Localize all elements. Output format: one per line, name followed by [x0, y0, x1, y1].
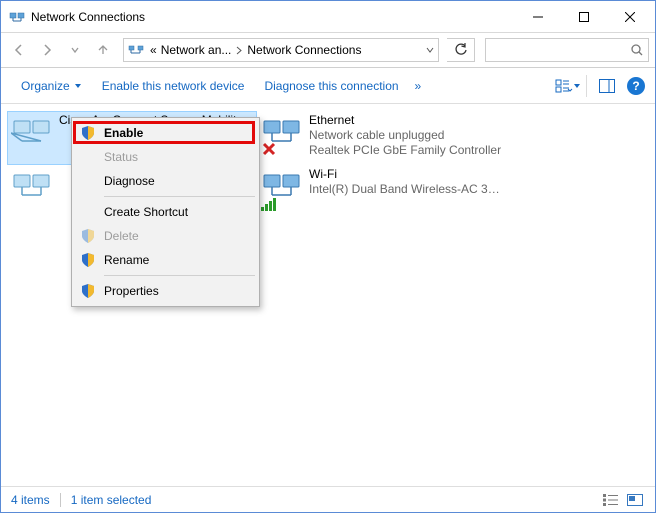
item-count: 4 items [11, 493, 50, 507]
wifi-signal-icon [261, 197, 279, 211]
ctx-enable[interactable]: Enable [74, 121, 257, 145]
search-icon [630, 43, 644, 57]
connection-name: Ethernet [309, 113, 501, 128]
connection-item[interactable]: Wi-Fi Intel(R) Dual Band Wireless-AC 31.… [257, 165, 507, 219]
separator [104, 275, 255, 276]
app-icon [9, 9, 25, 25]
breadcrumb-seg1[interactable]: Network an... [159, 39, 234, 61]
large-icons-view-button[interactable] [625, 492, 645, 508]
connection-status: Network cable unplugged [309, 128, 501, 143]
history-dropdown[interactable] [63, 38, 87, 62]
status-bar: 4 items 1 item selected [1, 486, 655, 512]
network-adapter-icon [11, 169, 53, 211]
separator [60, 493, 61, 507]
overflow-button[interactable]: » [409, 75, 428, 97]
window-title: Network Connections [31, 10, 515, 24]
ctx-status: Status [74, 145, 257, 169]
connection-device: Realtek PCIe GbE Family Controller [309, 143, 501, 158]
organize-label: Organize [21, 79, 70, 93]
network-adapter-icon [261, 115, 303, 157]
forward-button[interactable] [35, 38, 59, 62]
shield-icon [80, 283, 96, 299]
chevron-right-icon[interactable] [233, 46, 245, 55]
preview-pane-button[interactable] [593, 75, 621, 97]
back-button[interactable] [7, 38, 31, 62]
diagnose-connection-button[interactable]: Diagnose this connection [254, 75, 408, 97]
up-button[interactable] [91, 38, 115, 62]
organize-button[interactable]: Organize [11, 75, 92, 97]
view-options-button[interactable] [554, 75, 582, 97]
refresh-button[interactable] [447, 38, 475, 62]
shield-icon [80, 125, 96, 141]
address-bar[interactable]: « Network an... Network Connections [123, 38, 439, 62]
breadcrumb-seg2[interactable]: Network Connections [245, 39, 363, 61]
separator [104, 196, 255, 197]
details-view-button[interactable] [601, 492, 621, 508]
breadcrumb-prefix[interactable]: « [148, 39, 159, 61]
command-bar: Organize Enable this network device Diag… [1, 68, 655, 104]
search-input[interactable] [485, 38, 649, 62]
connection-name: Wi-Fi [309, 167, 503, 182]
divider [586, 75, 587, 97]
ctx-diagnose[interactable]: Diagnose [74, 169, 257, 193]
help-button[interactable]: ? [627, 77, 645, 95]
maximize-button[interactable] [561, 1, 607, 32]
ctx-properties[interactable]: Properties [74, 279, 257, 303]
ctx-enable-label: Enable [104, 126, 143, 140]
context-menu: Enable Status Diagnose Create Shortcut D… [71, 117, 260, 307]
address-dropdown[interactable] [420, 39, 438, 61]
close-button[interactable] [607, 1, 653, 32]
shield-icon [80, 252, 96, 268]
ctx-delete: Delete [74, 224, 257, 248]
enable-device-button[interactable]: Enable this network device [92, 75, 255, 97]
ctx-create-shortcut[interactable]: Create Shortcut [74, 200, 257, 224]
address-icon [128, 42, 146, 58]
network-adapter-icon [11, 115, 53, 157]
connection-item[interactable]: Ethernet Network cable unplugged Realtek… [257, 111, 507, 165]
navigation-bar: « Network an... Network Connections [1, 32, 655, 68]
connection-device: Intel(R) Dual Band Wireless-AC 31... [309, 182, 503, 197]
selected-count: 1 item selected [71, 493, 152, 507]
network-adapter-icon [261, 169, 303, 211]
shield-icon [80, 228, 96, 244]
ctx-rename[interactable]: Rename [74, 248, 257, 272]
title-bar: Network Connections [1, 1, 655, 32]
minimize-button[interactable] [515, 1, 561, 32]
